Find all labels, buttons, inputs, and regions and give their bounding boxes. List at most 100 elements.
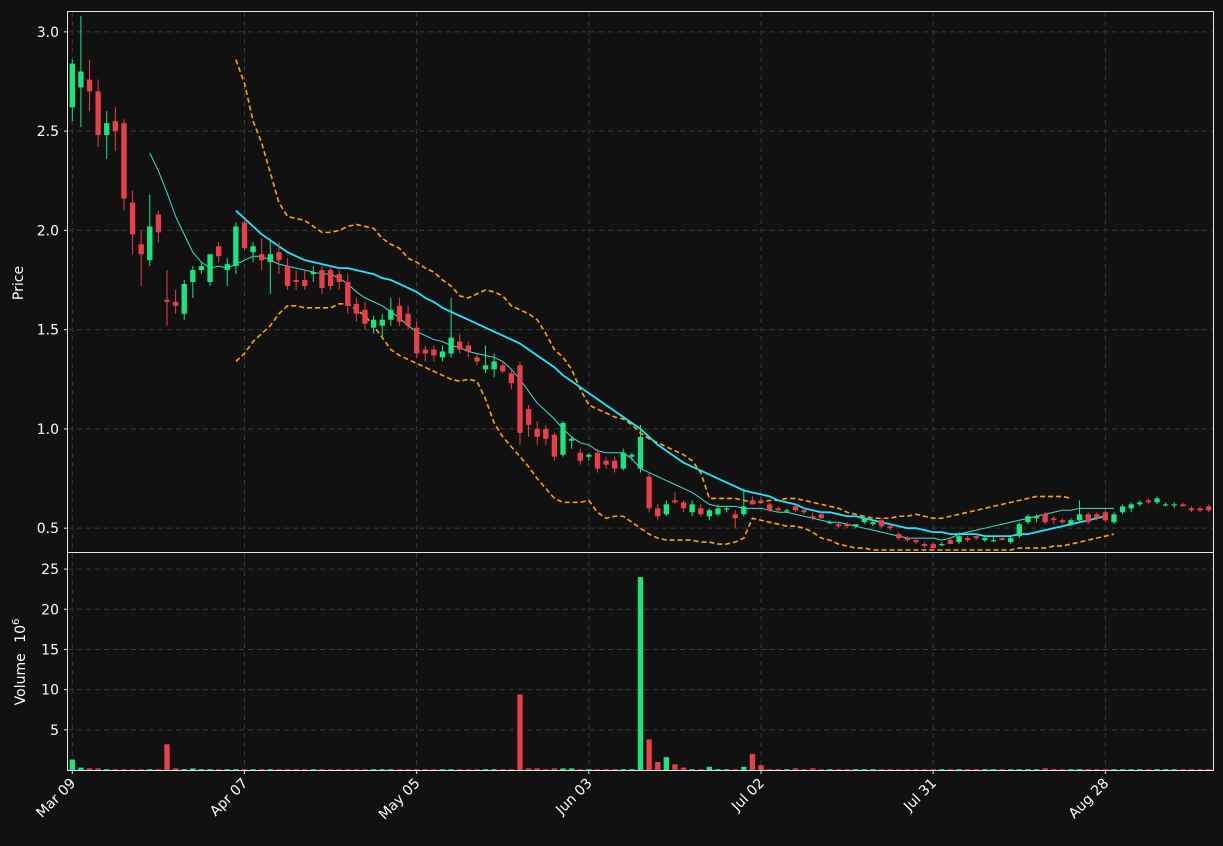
candle-body [792, 506, 799, 511]
candle-body [715, 508, 721, 515]
candle-body [370, 319, 377, 328]
candle-body [655, 508, 661, 517]
candle-body [749, 500, 756, 505]
candle-body [853, 524, 859, 527]
volume-bar [637, 577, 644, 770]
candle-body [1145, 500, 1152, 503]
volume-bar [706, 766, 713, 770]
volume-bar [646, 739, 652, 770]
candle-body [319, 270, 325, 288]
candle-body [413, 327, 420, 354]
volume-bar [551, 768, 558, 770]
candle-body [921, 544, 928, 547]
candle-body [964, 538, 971, 541]
candle-body [603, 460, 609, 465]
candle-body [818, 514, 824, 519]
candle-body [276, 252, 282, 261]
candle-body [758, 500, 764, 503]
candle-body [457, 341, 463, 350]
candle-body [491, 361, 497, 370]
candle-body [870, 522, 876, 525]
candle-body [482, 365, 489, 370]
price-tick-label: 2.5 [37, 124, 59, 140]
bollinger-bands [235, 59, 1115, 551]
candle-body [1102, 512, 1109, 521]
price-tick-label: 1.5 [37, 323, 59, 339]
candle-body [1051, 518, 1057, 521]
candle-body [525, 409, 532, 425]
candle-body [1154, 498, 1160, 503]
volume-axis-exponent: 6 [11, 619, 22, 625]
date-tick-label: Aug 28 [1066, 776, 1112, 822]
candle-body [95, 91, 101, 136]
candle-body [345, 282, 351, 306]
candle-body [362, 309, 368, 324]
volume-bar [741, 766, 747, 770]
volume-tick-label: 15 [41, 642, 59, 658]
candle-body [1025, 516, 1031, 523]
candle-body [129, 202, 136, 235]
volume-bar [95, 768, 101, 770]
candle-body [181, 283, 187, 314]
candle-body [336, 274, 342, 282]
candle-body [784, 510, 790, 512]
candle-body [741, 506, 747, 515]
candle-body [896, 534, 902, 539]
candle-body [706, 510, 713, 517]
candle-body [198, 266, 205, 271]
candle-body [69, 63, 75, 108]
candle-body [620, 452, 626, 469]
candle-body [241, 222, 248, 249]
candle-body [844, 524, 850, 527]
chart-canvas: 0.5 1.0 1.5 2.0 2.5 3.0 5 10 15 20 25 Mar 09 Apr 0… [11, 11, 1214, 823]
volume-bar [525, 768, 532, 770]
candle-body [534, 428, 540, 437]
candle-body [732, 514, 738, 519]
candle-body [353, 303, 360, 314]
candle-body [190, 270, 196, 282]
candle-body [1171, 504, 1177, 506]
candle-body [723, 508, 730, 510]
date-tick-label: Apr 07 [207, 776, 251, 820]
volume-tick-label: 5 [50, 723, 59, 739]
candle-body [947, 540, 954, 545]
candle-body [568, 438, 575, 441]
candle-body [1206, 506, 1212, 511]
candlestick-chart: 0.5 1.0 1.5 2.0 2.5 3.0 5 10 15 20 25 Mar 09 Apr 0… [0, 0, 1223, 842]
volume-bar [810, 768, 816, 770]
candle-body [930, 544, 936, 549]
candle-body [310, 272, 317, 275]
candle-body [284, 266, 291, 286]
candle-body [138, 244, 144, 255]
candle-body [766, 504, 773, 511]
volume-tick-label: 20 [41, 602, 59, 618]
candle-body [835, 524, 842, 527]
volume-tick-label: 25 [41, 562, 59, 578]
moving-average-long-line [235, 209, 1106, 538]
candle-body [887, 526, 893, 529]
candle-body [663, 504, 669, 515]
candle-body [1042, 514, 1048, 523]
candle-body [689, 504, 695, 513]
moving-average-short-line [149, 152, 1114, 541]
candle-body [827, 522, 833, 524]
candle-body [233, 226, 239, 267]
candle-body [913, 540, 919, 543]
price-tick-label: 3.0 [37, 25, 59, 41]
candle-body [172, 301, 179, 306]
volume-bar [655, 761, 661, 770]
candle-body [973, 536, 979, 539]
volume-tick-label: 10 [41, 683, 59, 699]
volume-bar [164, 744, 170, 770]
candle-body [121, 123, 127, 199]
candle-body [1137, 502, 1143, 505]
candle-body [878, 520, 885, 527]
candle-body [1111, 514, 1117, 523]
candle-body [629, 454, 635, 457]
candle-body [267, 254, 273, 263]
candle-body [500, 365, 506, 372]
candle-body [431, 349, 437, 356]
candle-body [465, 345, 471, 352]
candle-body [474, 357, 480, 362]
price-axis-label: Price [11, 266, 27, 300]
